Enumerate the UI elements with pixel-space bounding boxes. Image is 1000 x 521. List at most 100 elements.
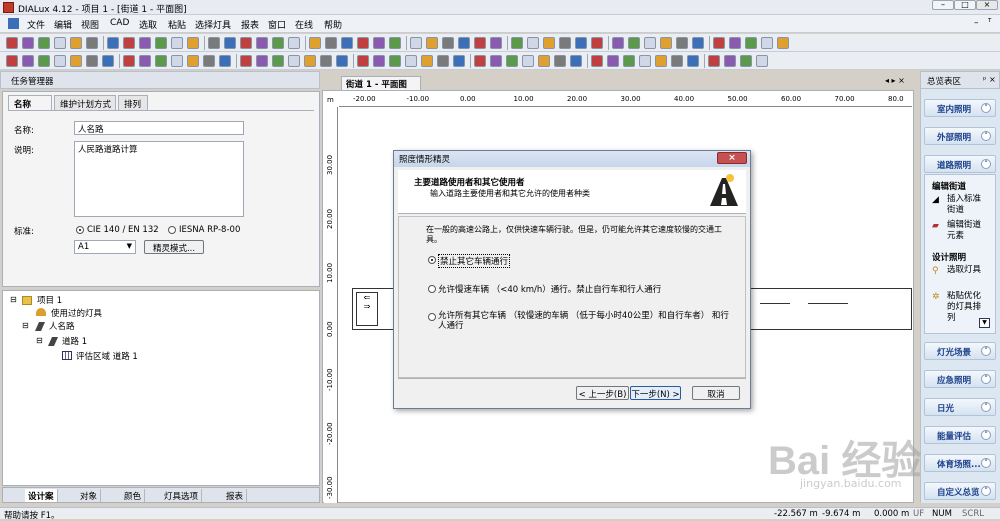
group-sports-lighting[interactable]: 体育场照... ˅ [924,454,996,472]
scroll-down-icon[interactable]: ▼ [979,318,990,328]
toolbar-button-icon[interactable] [639,55,651,67]
toolbar-button-icon[interactable] [203,55,215,67]
toolbar-button-icon[interactable] [357,55,369,67]
toolbar-button-icon[interactable] [256,37,268,49]
toolbar-button-icon[interactable] [522,55,534,67]
paste-optimized-arrangement-link[interactable]: 粘贴优化的灯具排列 [947,291,981,325]
toolbar-button-icon[interactable] [490,37,502,49]
toolbar-button-icon[interactable] [219,55,231,67]
pin-icon[interactable]: ᵖ × [983,75,996,84]
option-all-vehicles-label[interactable]: 允许所有其它车辆 （较慢速的车辆 （低于每小时40公里）和自行车者） 和行人通行 [438,311,730,331]
toolbar-button-icon[interactable] [756,55,768,67]
option-no-other-vehicles-radio[interactable] [428,256,436,264]
toolbar-button-icon[interactable] [272,37,284,49]
toolbar-button-icon[interactable] [421,55,433,67]
chevron-icon[interactable]: ˅ [981,346,991,356]
toolbar-button-icon[interactable] [554,55,566,67]
tree-item-road[interactable]: 道路 1 [62,335,87,347]
toolbar-button-icon[interactable] [687,55,699,67]
toolbar-button-icon[interactable] [288,37,300,49]
toolbar-button-icon[interactable] [389,37,401,49]
toolbar-button-icon[interactable] [320,55,332,67]
toolbar-button-icon[interactable] [644,37,656,49]
menu-edit[interactable]: 编辑 [54,18,72,31]
chevron-icon[interactable]: ˅ [981,402,991,412]
tree-item-used-luminaires[interactable]: 使用过的灯具 [51,307,102,319]
tab-objects[interactable]: 对象 [77,489,102,502]
toolbar-button-icon[interactable] [575,37,587,49]
menu-paste[interactable]: 粘贴 [168,18,186,31]
option-no-other-vehicles-label[interactable]: 禁止其它车辆通行 [438,254,511,268]
toolbar-button-icon[interactable] [187,55,199,67]
tree-collapse-icon[interactable]: ⊟ [36,336,43,345]
menu-online[interactable]: 在线 [295,18,313,31]
group-emergency-lighting[interactable]: 应急照明 ˅ [924,370,996,388]
toolbar-button-icon[interactable] [511,37,523,49]
menu-select-luminaire[interactable]: 选择灯具 [195,18,231,31]
select-luminaire-link[interactable]: 选取灯具 [947,265,981,276]
toolbar-button-icon[interactable] [325,37,337,49]
toolbar-button-icon[interactable] [474,55,486,67]
chevron-icon[interactable]: ˅ [981,131,991,141]
toolbar-button-icon[interactable] [570,55,582,67]
toolbar-button-icon[interactable] [224,37,236,49]
toolbar-button-icon[interactable] [628,37,640,49]
toolbar-button-icon[interactable] [426,37,438,49]
tree-item-project[interactable]: 项目 1 [37,294,62,306]
name-field[interactable]: 人名路 [74,121,244,135]
toolbar-button-icon[interactable] [724,55,736,67]
toolbar-button-icon[interactable] [336,55,348,67]
tree-item-street[interactable]: 人名路 [49,320,75,332]
toolbar-button-icon[interactable] [208,37,220,49]
menu-select[interactable]: 选取 [139,18,157,31]
toolbar-button-icon[interactable] [442,37,454,49]
toolbar-button-icon[interactable] [86,37,98,49]
cancel-button[interactable]: 取消 [692,386,740,400]
tab-arrangement[interactable]: 排列 [118,95,148,110]
chevron-icon[interactable]: ˄ [981,159,991,169]
next-button[interactable]: 下一步(N) > [630,386,681,400]
toolbar-button-icon[interactable] [405,55,417,67]
toolbar-button-icon[interactable] [187,37,199,49]
group-light-scenes[interactable]: 灯光场景 ˅ [924,342,996,360]
maximize-button[interactable]: □ [954,0,976,10]
chevron-icon[interactable]: ˅ [981,458,991,468]
toolbar-button-icon[interactable] [139,37,151,49]
toolbar-button-icon[interactable] [171,55,183,67]
toolbar-button-icon[interactable] [506,55,518,67]
toolbar-button-icon[interactable] [272,55,284,67]
menu-cad[interactable]: CAD [110,18,129,28]
toolbar-button-icon[interactable] [543,37,555,49]
view-tab-nav[interactable]: ◂ ▸ × [885,76,905,85]
option-slow-vehicles-radio[interactable] [428,285,436,293]
group-daylight[interactable]: 日光 ˅ [924,398,996,416]
tab-reports[interactable]: 报表 [223,489,248,502]
toolbar-button-icon[interactable] [240,37,252,49]
toolbar-button-icon[interactable] [38,37,50,49]
toolbar-button-icon[interactable] [341,37,353,49]
back-button[interactable]: < 上一步(B) [576,386,629,400]
toolbar-button-icon[interactable] [591,37,603,49]
toolbar-button-icon[interactable] [538,55,550,67]
mdi-restore-button[interactable]: ᵀ [988,18,991,28]
toolbar-button-icon[interactable] [559,37,571,49]
toolbar-button-icon[interactable] [373,55,385,67]
wizard-mode-button[interactable]: 精灵模式... [144,240,204,254]
toolbar-button-icon[interactable] [288,55,300,67]
toolbar-button-icon[interactable] [123,37,135,49]
toolbar-button-icon[interactable] [155,37,167,49]
toolbar-button-icon[interactable] [38,55,50,67]
toolbar-button-icon[interactable] [107,37,119,49]
toolbar-button-icon[interactable] [357,37,369,49]
toolbar-button-icon[interactable] [655,55,667,67]
toolbar-button-icon[interactable] [458,37,470,49]
chevron-icon[interactable]: ˅ [981,486,991,496]
chevron-icon[interactable]: ˅ [981,430,991,440]
toolbar-button-icon[interactable] [6,55,18,67]
view-tab[interactable]: 街道 1 - 平面图 [341,76,421,90]
group-indoor-lighting[interactable]: 室内照明 ˅ [924,99,996,117]
toolbar-button-icon[interactable] [86,55,98,67]
toolbar-button-icon[interactable] [123,55,135,67]
toolbar-button-icon[interactable] [623,55,635,67]
mdi-minimize-button[interactable]: – [974,18,979,28]
